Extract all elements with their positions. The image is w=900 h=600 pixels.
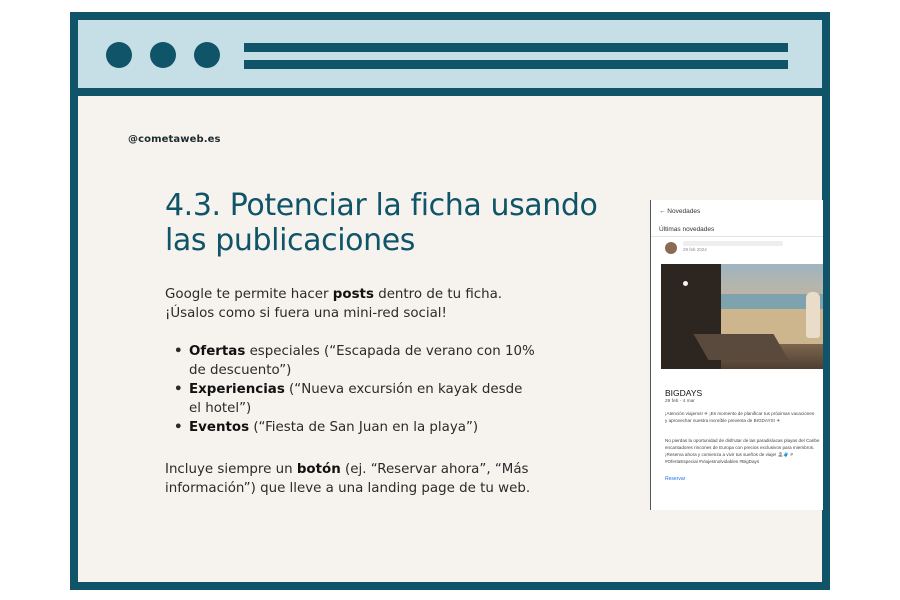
list-item-text: (“Fiesta de San Juan en la playa”): [249, 420, 479, 435]
reserve-link[interactable]: Reservar: [665, 476, 685, 482]
window-dot-icon: [194, 42, 220, 68]
divider: [651, 236, 823, 237]
list-item: Ofertas especiales (“Escapada de verano …: [165, 342, 535, 380]
avatar: [665, 242, 677, 254]
post-date: 29 feb 2024: [683, 247, 707, 252]
window-dot-icon: [150, 42, 176, 68]
post-preview-subheader: Últimas novedades: [659, 226, 715, 233]
outro-bold: botón: [296, 462, 341, 477]
bullet-list: Ofertas especiales (“Escapada de verano …: [165, 342, 535, 437]
post-description: ¡Atención viajeros! ✈ ¡Es momento de pla…: [665, 411, 815, 423]
intro-text: Google te permite hacer: [165, 287, 333, 302]
brand-handle: @cometaweb.es: [128, 134, 221, 145]
post-preview-screenshot: ← Novedades Últimas novedades 29 feb 202…: [650, 200, 823, 510]
post-photo-beach: [661, 264, 823, 369]
post-title: BIGDAYS: [665, 388, 703, 398]
address-bar-line: [244, 60, 788, 69]
post-preview-header: ← Novedades: [659, 208, 701, 215]
intro-paragraph: Google te permite hacer posts dentro de …: [165, 285, 535, 323]
photo-lounger: [693, 334, 789, 360]
outro-paragraph: Incluye siempre un botón (ej. “Reservar …: [165, 460, 535, 498]
list-item-bold: Experiencias: [189, 382, 285, 397]
list-item-bold: Ofertas: [189, 344, 246, 359]
post-description: No pierdas la oportunidad de disfrutar d…: [665, 438, 820, 464]
address-bar-line: [244, 43, 788, 52]
post-meta: 29 feb - 4 mar: [665, 399, 695, 404]
window-dot-icon: [106, 42, 132, 68]
outro-text: Incluye siempre un: [165, 462, 297, 477]
page-title: 4.3. Potenciar la ficha usando las publi…: [165, 188, 598, 258]
photo-light: [683, 281, 688, 286]
browser-window: @cometaweb.es 4.3. Potenciar la ficha us…: [70, 12, 830, 590]
list-item: Eventos (“Fiesta de San Juan en la playa…: [165, 418, 535, 437]
blurred-name: [683, 241, 783, 246]
list-item-bold: Eventos: [189, 420, 250, 435]
list-item: Experiencias (“Nueva excursión en kayak …: [165, 380, 535, 418]
photo-person: [806, 292, 820, 338]
window-titlebar: [78, 20, 822, 96]
intro-bold: posts: [332, 287, 374, 302]
